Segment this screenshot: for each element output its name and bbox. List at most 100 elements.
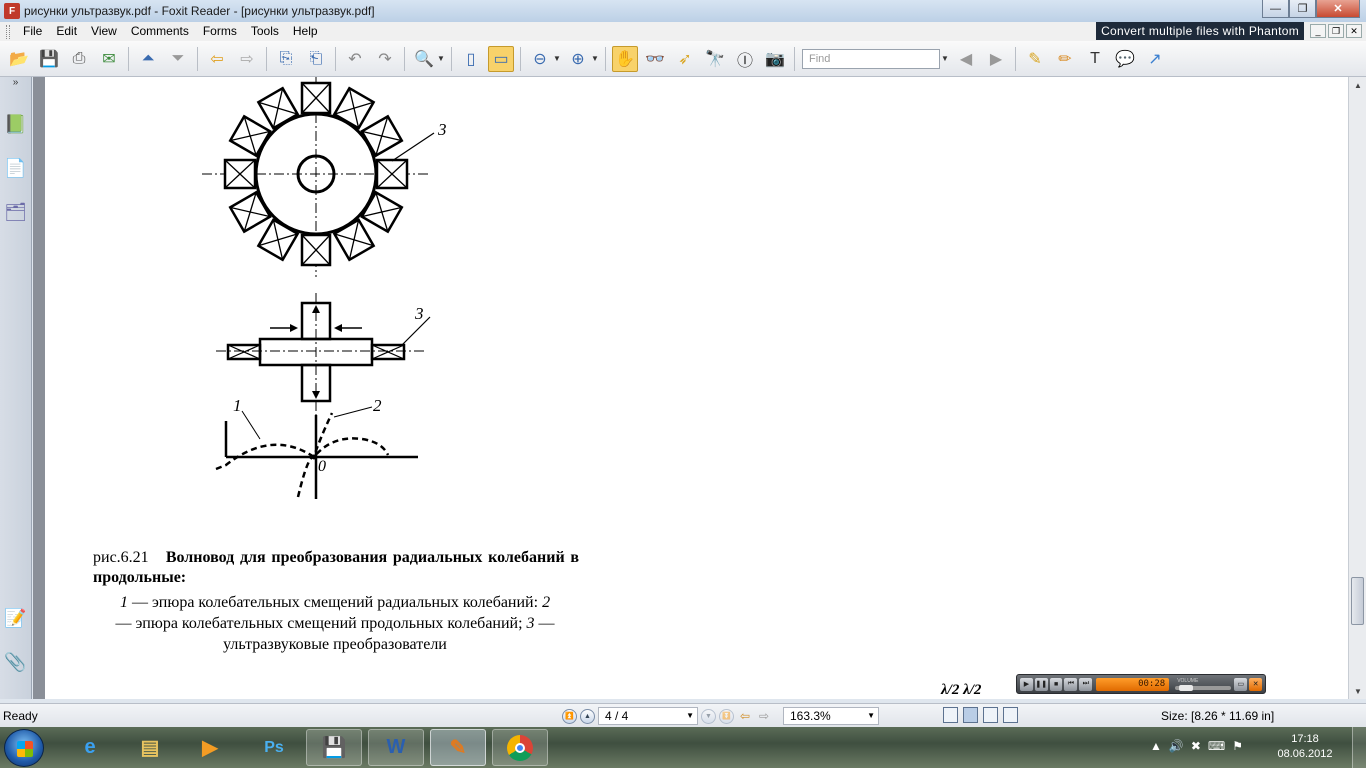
save-icon[interactable]: 💾 (36, 46, 62, 72)
extract2-icon[interactable]: ⎗ (303, 46, 329, 72)
volume-icon[interactable]: 🔊 (1169, 739, 1184, 753)
page-number-field[interactable]: 4 / 4 ▼ (598, 707, 698, 725)
undo-icon[interactable]: ↶ (342, 46, 368, 72)
pause-icon[interactable]: ❚❚ (1034, 677, 1048, 691)
play-icon[interactable]: ▶ (1020, 677, 1033, 691)
scroll-down-icon[interactable]: ▼ (1349, 683, 1366, 699)
select-icon[interactable]: ➶ (672, 46, 698, 72)
maximize-button[interactable]: ❐ (1289, 0, 1316, 18)
show-desktop-button[interactable] (1352, 727, 1366, 768)
panel-expand-icon[interactable]: » (0, 77, 31, 93)
facing-page-icon[interactable] (983, 707, 998, 723)
back-icon[interactable]: ⇦ (204, 46, 230, 72)
redo-icon[interactable]: ↷ (372, 46, 398, 72)
page-down-icon[interactable]: ⏷ (165, 46, 191, 72)
previous-page-icon[interactable]: ▲ (580, 708, 595, 724)
attachments-panel-icon[interactable]: 📎 (4, 649, 26, 675)
action-center-icon[interactable]: ⚑ (1232, 739, 1243, 753)
zoom-out-dropdown-arrow-icon[interactable]: ▼ (553, 54, 561, 63)
pages-panel-icon[interactable]: 📗 (4, 111, 26, 137)
continuous-page-icon[interactable] (963, 707, 978, 723)
volume-slider[interactable]: VOLUME (1175, 678, 1232, 691)
doc-close-button[interactable]: ✕ (1346, 24, 1362, 38)
menu-edit[interactable]: Edit (49, 22, 84, 41)
find-input[interactable]: Find (802, 48, 940, 69)
scroll-thumb[interactable] (1351, 577, 1364, 625)
foxit-app-icon[interactable]: F (4, 3, 20, 19)
menu-forms[interactable]: Forms (196, 22, 244, 41)
tray-expand-icon[interactable]: ▲ (1150, 739, 1162, 753)
bookmarks-panel-icon[interactable]: 📄 (4, 155, 26, 181)
page-dropdown-arrow-icon[interactable]: ▼ (686, 708, 694, 724)
menu-grip[interactable] (6, 24, 10, 39)
taskbar-photoshop-icon[interactable]: Ps (246, 729, 302, 766)
keyboard-icon[interactable]: ⌨ (1208, 739, 1225, 753)
snapshot-icon[interactable]: 📷 (762, 46, 788, 72)
zoom-plus-icon[interactable]: ⊕ (565, 46, 591, 72)
note-tool-icon[interactable]: ✎ (1022, 46, 1048, 72)
zoom-dropdown-arrow-icon[interactable]: ▼ (437, 54, 445, 63)
email-icon[interactable]: ✉ (96, 46, 122, 72)
page-up-icon[interactable]: ⏶ (135, 46, 161, 72)
taskbar-internet-explorer-icon[interactable]: e (62, 729, 118, 766)
player-close-icon[interactable]: ✕ (1249, 677, 1263, 691)
phantom-promo-banner[interactable]: Convert multiple files with Phantom (1096, 22, 1304, 40)
glasses-icon[interactable]: 👓 (642, 46, 668, 72)
taskbar-explorer-icon[interactable]: ▤ (122, 729, 178, 766)
zoom-in-icon[interactable]: 🔍 (411, 46, 437, 72)
close-button[interactable]: ✕ (1316, 0, 1360, 18)
restore-player-icon[interactable]: ▭ (1234, 677, 1248, 691)
start-button[interactable] (4, 729, 44, 767)
zoom-plus-dropdown-arrow-icon[interactable]: ▼ (591, 54, 599, 63)
taskbar-media-player-icon[interactable]: ▶ (182, 729, 238, 766)
next-view-icon[interactable]: ⇨ (756, 709, 772, 723)
zoom-level-field[interactable]: 163.3% ▼ (783, 707, 879, 725)
zoom-dropdown-icon[interactable]: ▼ (867, 708, 875, 724)
menu-tools[interactable]: Tools (244, 22, 286, 41)
previous-view-icon[interactable]: ⇦ (737, 709, 753, 723)
menu-view[interactable]: View (84, 22, 124, 41)
callout-tool-icon[interactable]: 💬 (1112, 46, 1138, 72)
taskbar-foxit-reader-icon[interactable]: ✎ (430, 729, 486, 766)
find-next-icon[interactable]: ▶ (983, 46, 1009, 72)
comments-panel-icon[interactable]: 📝 (4, 605, 26, 631)
doc-minimize-button[interactable]: _ (1310, 24, 1326, 38)
fit-page-icon[interactable]: ▯ (458, 46, 484, 72)
menu-file[interactable]: File (16, 22, 49, 41)
volume-knob[interactable] (1179, 684, 1194, 691)
scroll-up-icon[interactable]: ▲ (1349, 77, 1366, 93)
last-page-icon[interactable]: ⏬ (719, 708, 734, 724)
find-icon[interactable]: 🔭 (702, 46, 728, 72)
taskbar-chrome-icon[interactable] (492, 729, 548, 766)
system-clock[interactable]: 17:18 08.06.2012 (1275, 732, 1335, 762)
extract-icon[interactable]: ⎘ (273, 46, 299, 72)
forward-icon[interactable]: ⇨ (234, 46, 260, 72)
menu-comments[interactable]: Comments (124, 22, 196, 41)
print-icon[interactable]: ⎙ (66, 46, 92, 72)
minimize-button[interactable]: — (1262, 0, 1289, 18)
next-page-icon[interactable]: ▼ (701, 708, 716, 724)
hand-icon[interactable]: ✋ (612, 45, 638, 72)
vertical-scrollbar[interactable]: ▲ ▼ (1348, 77, 1366, 699)
arrow-tool-icon[interactable]: ↗ (1142, 46, 1168, 72)
textbox-tool-icon[interactable]: T (1082, 46, 1108, 72)
find-dropdown-arrow-icon[interactable]: ▼ (941, 54, 949, 63)
zoom-out-icon[interactable]: ⊖ (527, 46, 553, 72)
text-select-icon[interactable]: Ⓘ (732, 46, 758, 72)
single-page-icon[interactable] (943, 707, 958, 723)
layers-panel-icon[interactable]: 🗂 (4, 199, 27, 225)
next-track-icon[interactable]: ⏭ (1079, 677, 1093, 691)
open-icon[interactable]: 📂 (6, 46, 32, 72)
previous-track-icon[interactable]: ⏮ (1064, 677, 1078, 691)
taskbar-word-icon[interactable]: W (368, 729, 424, 766)
stop-icon[interactable]: ■ (1049, 677, 1063, 691)
find-previous-icon[interactable]: ◀ (953, 46, 979, 72)
pencil-tool-icon[interactable]: ✏ (1052, 46, 1078, 72)
menu-help[interactable]: Help (286, 22, 325, 41)
continuous-facing-icon[interactable] (1003, 707, 1018, 723)
network-icon[interactable]: ✖ (1191, 739, 1201, 753)
document-viewport[interactable]: 3 3 1 2 0 рис.6.21 Волновод для преобраз… (33, 77, 1348, 699)
taskbar-save-app-icon[interactable]: 💾 (306, 729, 362, 766)
doc-restore-button[interactable]: ❐ (1328, 24, 1344, 38)
fit-width-icon[interactable]: ▭ (488, 45, 514, 72)
